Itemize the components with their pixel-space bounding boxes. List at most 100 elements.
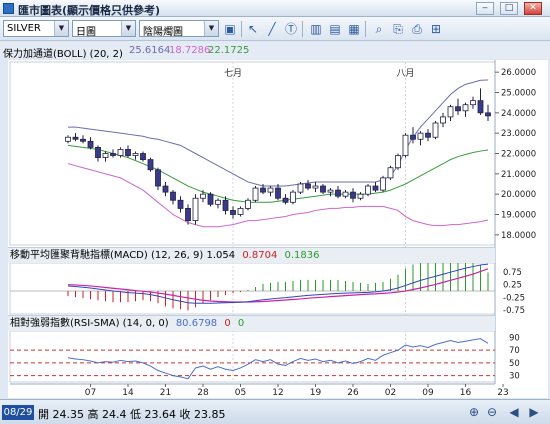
- candle-body: [290, 191, 296, 203]
- candle-body: [410, 134, 416, 140]
- window-title: 匯市圖表(顯示價格只供參考): [18, 4, 161, 17]
- rsi-value: 80.6798: [175, 318, 218, 329]
- candle-body: [260, 187, 266, 193]
- candle-body: [252, 187, 259, 201]
- chart-style-select[interactable]: 陰陽燭圖 ▼: [139, 20, 219, 38]
- candle-body: [95, 147, 101, 158]
- scroll-left-icon[interactable]: ◀: [506, 404, 522, 420]
- period-value: 日圖: [76, 27, 96, 38]
- candle-body: [267, 187, 274, 193]
- chart-canvas[interactable]: 七月 八月 26.0000 25.0000 24.0000 23.0000 22.0000 2…: [8, 60, 548, 398]
- candle-body: [132, 153, 139, 156]
- macd-tick-label: -0.75: [503, 306, 525, 316]
- export-icon[interactable]: ⎘: [390, 21, 406, 37]
- candle-body: [65, 136, 71, 142]
- candle-body: [417, 132, 424, 140]
- save-icon[interactable]: ▣: [222, 21, 238, 37]
- x-tick-label: 16: [460, 388, 472, 398]
- candle-body: [102, 153, 109, 158]
- x-tick-label: 09: [422, 388, 434, 398]
- line-tool-icon[interactable]: ╱: [264, 21, 280, 37]
- candle-body: [140, 153, 146, 160]
- zoom-out-icon[interactable]: ⊖: [484, 404, 500, 420]
- month-label: 八月: [396, 68, 414, 79]
- candle-body: [125, 149, 131, 156]
- candle-body: [185, 207, 191, 221]
- candle-body: [207, 193, 214, 205]
- close-button[interactable]: ✕: [524, 2, 542, 15]
- layout-icon[interactable]: ⊞: [428, 21, 444, 37]
- text-tool-icon[interactable]: Ⓣ: [283, 21, 299, 37]
- candle-body: [327, 189, 334, 193]
- toolbar-separator: [365, 21, 366, 37]
- bar-chart-icon[interactable]: ▥: [308, 21, 324, 37]
- chart-area[interactable]: 七月 八月 26.0000 25.0000 24.0000 23.0000 22.0000 2…: [8, 60, 548, 398]
- maximize-button[interactable]: □: [500, 2, 518, 15]
- macd-value: 1.054: [206, 250, 236, 261]
- candle-body: [402, 134, 409, 156]
- candle-body: [350, 191, 356, 199]
- rsi-value-3: 0: [237, 318, 245, 329]
- cursor-icon[interactable]: ↖: [245, 21, 261, 37]
- boll-middle-value: 22.1725: [208, 45, 250, 56]
- candle-body: [80, 138, 86, 142]
- minimize-button[interactable]: ‒: [476, 2, 494, 15]
- x-tick-label: 05: [235, 388, 246, 398]
- price-tick-label: 18.0000: [501, 231, 536, 241]
- search-icon[interactable]: ⌕: [371, 21, 387, 37]
- symbol-value: SILVER: [7, 23, 41, 34]
- price-tick-label: 24.0000: [501, 109, 536, 119]
- zoom-in-icon[interactable]: ⊕: [466, 404, 482, 420]
- boll-indicator-header: 保力加通道(BOLL) (20, 2) 25.6164 18.7286 22.1…: [0, 42, 550, 60]
- candle-body: [282, 197, 289, 203]
- status-bar: 08/29 開 24.35 高 24.4 低 23.64 收 23.85 ⊕ ⊖…: [0, 399, 550, 424]
- rsi-tick-label: 50: [509, 359, 520, 369]
- candle-body: [155, 169, 161, 187]
- x-tick-label: 28: [197, 388, 209, 398]
- candle-body: [87, 140, 94, 148]
- chevron-down-icon: ▼: [54, 21, 68, 36]
- toolbar-separator: [241, 21, 242, 37]
- candle-body: [177, 199, 184, 209]
- boll-lower-value: 18.7286: [169, 45, 211, 56]
- print-icon[interactable]: ⎙: [409, 21, 425, 37]
- candle-body: [477, 100, 484, 114]
- macd-signal-value: 0.8704: [242, 250, 278, 261]
- symbol-select[interactable]: SILVER ▼: [3, 20, 69, 37]
- candle-body: [432, 122, 439, 138]
- candle-body: [372, 185, 379, 191]
- price-tick-label: 23.0000: [501, 129, 536, 139]
- rsi-tick-label: 90: [509, 333, 520, 343]
- price-tick-label: 19.0000: [501, 211, 536, 221]
- candle-body: [192, 197, 199, 222]
- period-select[interactable]: 日圖 ▼: [72, 20, 136, 38]
- candle-body: [170, 191, 176, 201]
- x-tick-label: 26: [347, 388, 359, 398]
- candle-body: [215, 199, 221, 205]
- candle-body: [335, 189, 341, 197]
- chart-style-value: 陰陽燭圖: [143, 27, 183, 38]
- candle-body: [425, 132, 431, 138]
- candle-body: [305, 183, 311, 189]
- candle-body: [72, 136, 79, 140]
- boll-upper-value: 25.6164: [129, 45, 171, 56]
- rsi-header: 相對強弱指數(RSI-SMA) (14, 0, 0) 80.6798 0 0: [8, 315, 495, 331]
- candle-body: [470, 100, 476, 106]
- macd-histogram-value: 0.1836: [284, 250, 320, 261]
- rsi-value-2: 0: [224, 318, 231, 329]
- price-tick-label: 25.0000: [501, 89, 536, 99]
- indicator-icon[interactable]: ▤: [327, 21, 343, 37]
- x-tick-label: 12: [272, 388, 283, 398]
- candle-body: [485, 112, 491, 117]
- rsi-tick-label: 70: [509, 346, 520, 356]
- candle-body: [110, 153, 116, 156]
- x-tick-label: 21: [160, 388, 171, 398]
- compare-icon[interactable]: ▦: [346, 21, 362, 37]
- candle-body: [455, 106, 461, 112]
- pane-frame: [9, 262, 496, 315]
- scroll-right-icon[interactable]: ▶: [526, 404, 542, 420]
- pane-frame: [9, 61, 496, 246]
- candle-body: [342, 191, 349, 197]
- toolbar: SILVER ▼ 日圖 ▼ 陰陽燭圖 ▼ ▣ ↖ ╱ Ⓣ ▥ ▤ ▦ ⌕ ⎘ ⎙…: [0, 17, 550, 41]
- candle-body: [462, 104, 469, 112]
